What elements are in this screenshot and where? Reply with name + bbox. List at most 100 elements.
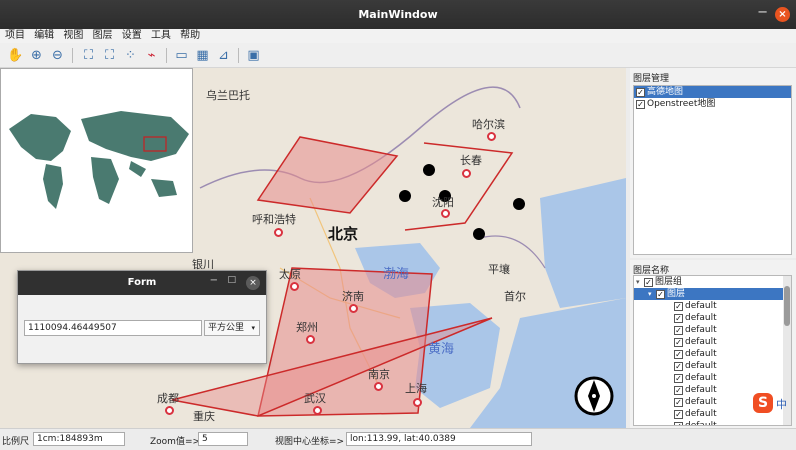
tree-child-item[interactable]: ✓default — [634, 324, 791, 336]
tree-layer-label: 图层 — [667, 289, 686, 299]
continent-shape — [151, 179, 177, 197]
city-marker — [349, 304, 358, 313]
tree-child-label: default — [685, 373, 717, 383]
tree-group-label: 图层组 — [655, 277, 683, 287]
checkbox-icon[interactable]: ✓ — [674, 374, 683, 383]
dialog-close-button[interactable]: × — [246, 276, 260, 290]
tree-child-item[interactable]: ✓default — [634, 348, 791, 360]
continent-shape — [129, 161, 146, 177]
expand-arrow-icon[interactable]: ▾ — [648, 288, 656, 300]
city-label: 呼和浩特 — [252, 213, 296, 226]
zoom-value-field: 5 — [198, 432, 248, 446]
dialog-titlebar: Form − □ × — [18, 271, 266, 295]
basemap-item-gaode[interactable]: ✓ 高德地图 — [634, 86, 791, 98]
tree-layer-item[interactable]: ▾ ✓ 图层 — [634, 288, 791, 300]
checkbox-icon[interactable]: ✓ — [674, 314, 683, 323]
checkbox-icon[interactable]: ✓ — [674, 362, 683, 371]
city-label: 太原 — [279, 268, 301, 281]
city-marker — [413, 398, 422, 407]
menu-item-project[interactable]: 项目 — [5, 29, 25, 43]
unit-select[interactable]: 平方公里 ▾ — [204, 320, 260, 336]
checkbox-icon[interactable]: ✓ — [674, 302, 683, 311]
ime-mode-icon[interactable]: 中 — [776, 396, 787, 412]
city-marker — [487, 132, 496, 141]
city-label: 南京 — [368, 368, 390, 381]
toolbar-separator — [72, 48, 73, 63]
city-marker — [441, 209, 450, 218]
checkbox-icon[interactable]: ✓ — [656, 290, 665, 299]
menubar: 项目 编辑 视图 图层 设置 工具 帮助 — [0, 29, 796, 43]
korea-sea — [540, 178, 626, 308]
tree-child-item[interactable]: ✓default — [634, 360, 791, 372]
toolbar: ✋ ⊕ ⊖ ⛶ ⛶ ⁘ ⌁ ▭ ▦ ⊿ ▣ — [0, 43, 796, 68]
zoom-in-icon[interactable]: ⊕ — [27, 46, 46, 65]
tree-child-label: default — [685, 301, 717, 311]
menu-item-tools[interactable]: 工具 — [151, 29, 171, 43]
layer-export-icon[interactable]: ▣ — [244, 46, 263, 65]
measure-length-icon[interactable]: ▭ — [172, 46, 191, 65]
city-label: 首尔 — [504, 290, 526, 303]
checkbox-icon[interactable]: ✓ — [636, 100, 645, 109]
checkbox-icon[interactable]: ✓ — [674, 410, 683, 419]
city-label: 郑州 — [296, 321, 318, 334]
pan-icon[interactable]: ✋ — [6, 46, 25, 65]
city-label: 沈阳 — [432, 196, 454, 209]
tree-child-item[interactable]: ✓default — [634, 312, 791, 324]
checkbox-icon[interactable]: ✓ — [674, 422, 683, 425]
draw-points-icon[interactable]: ⁘ — [121, 46, 140, 65]
zoom-out-icon[interactable]: ⊖ — [48, 46, 67, 65]
menu-item-help[interactable]: 帮助 — [180, 29, 200, 43]
statusbar: 比例尺 1cm:184893m Zoom值=> 5 视图中心坐标=> lon:1… — [0, 428, 796, 450]
sea-label: 黄海 — [428, 342, 455, 357]
checkbox-icon[interactable]: ✓ — [674, 350, 683, 359]
drawn-polyline — [404, 142, 514, 231]
tree-child-label: default — [685, 337, 717, 347]
scrollbar-thumb[interactable] — [784, 286, 790, 326]
tree-child-item[interactable]: ✓default — [634, 372, 791, 384]
dialog-maximize-button[interactable]: □ — [227, 275, 236, 285]
city-label: 长春 — [460, 154, 482, 167]
close-button[interactable]: × — [775, 7, 790, 22]
draw-line-icon[interactable]: ⌁ — [142, 46, 161, 65]
minimize-button[interactable]: − — [757, 5, 768, 20]
basemap-item-openstreet[interactable]: ✓ Openstreet地图 — [634, 98, 791, 110]
menu-item-layer[interactable]: 图层 — [93, 29, 113, 43]
city-label: 哈尔滨 — [472, 118, 505, 131]
checkbox-icon[interactable]: ✓ — [636, 88, 645, 97]
layer-manager-title: 图层管理 — [633, 74, 670, 84]
tree-child-item[interactable]: ✓default — [634, 300, 791, 312]
expand-arrow-icon[interactable]: ▾ — [636, 276, 644, 288]
basemap-item-label: 高德地图 — [647, 87, 684, 97]
measure-angle-icon[interactable]: ⊿ — [214, 46, 233, 65]
tree-child-label: default — [685, 421, 717, 426]
checkbox-icon[interactable]: ✓ — [674, 386, 683, 395]
checkbox-icon[interactable]: ✓ — [674, 326, 683, 335]
draw-polygon-icon[interactable]: ⛶ — [79, 46, 98, 65]
checkbox-icon[interactable]: ✓ — [644, 278, 653, 287]
ime-s-icon[interactable]: S — [753, 393, 773, 413]
dialog-minimize-button[interactable]: − — [210, 275, 218, 286]
drawn-point — [399, 190, 411, 202]
checkbox-icon[interactable]: ✓ — [674, 338, 683, 347]
tree-child-item[interactable]: ✓default — [634, 336, 791, 348]
drawn-point — [513, 198, 525, 210]
city-label: 重庆 — [193, 410, 215, 423]
measure-result-dialog: Form − □ × 1110094.46449507 平方公里 ▾ — [17, 270, 267, 364]
menu-item-edit[interactable]: 编辑 — [34, 29, 54, 43]
tree-group-item[interactable]: ▾ ✓ 图层组 — [634, 276, 791, 288]
menu-item-settings[interactable]: 设置 — [122, 29, 142, 43]
measure-area-icon[interactable]: ▦ — [193, 46, 212, 65]
tree-child-label: default — [685, 397, 717, 407]
center-coord-label: 视图中心坐标=> — [275, 437, 345, 447]
city-marker — [165, 406, 174, 415]
menu-item-view[interactable]: 视图 — [63, 29, 83, 43]
city-marker — [374, 382, 383, 391]
tree-child-label: default — [685, 313, 717, 323]
area-value-field[interactable]: 1110094.46449507 — [24, 320, 202, 336]
city-label: 上海 — [405, 382, 427, 395]
overview-map[interactable] — [0, 68, 193, 253]
checkbox-icon[interactable]: ✓ — [674, 398, 683, 407]
toolbar-separator — [238, 48, 239, 63]
edit-polygon-icon[interactable]: ⛶ — [100, 46, 119, 65]
tree-child-item[interactable]: ✓default — [634, 420, 791, 426]
